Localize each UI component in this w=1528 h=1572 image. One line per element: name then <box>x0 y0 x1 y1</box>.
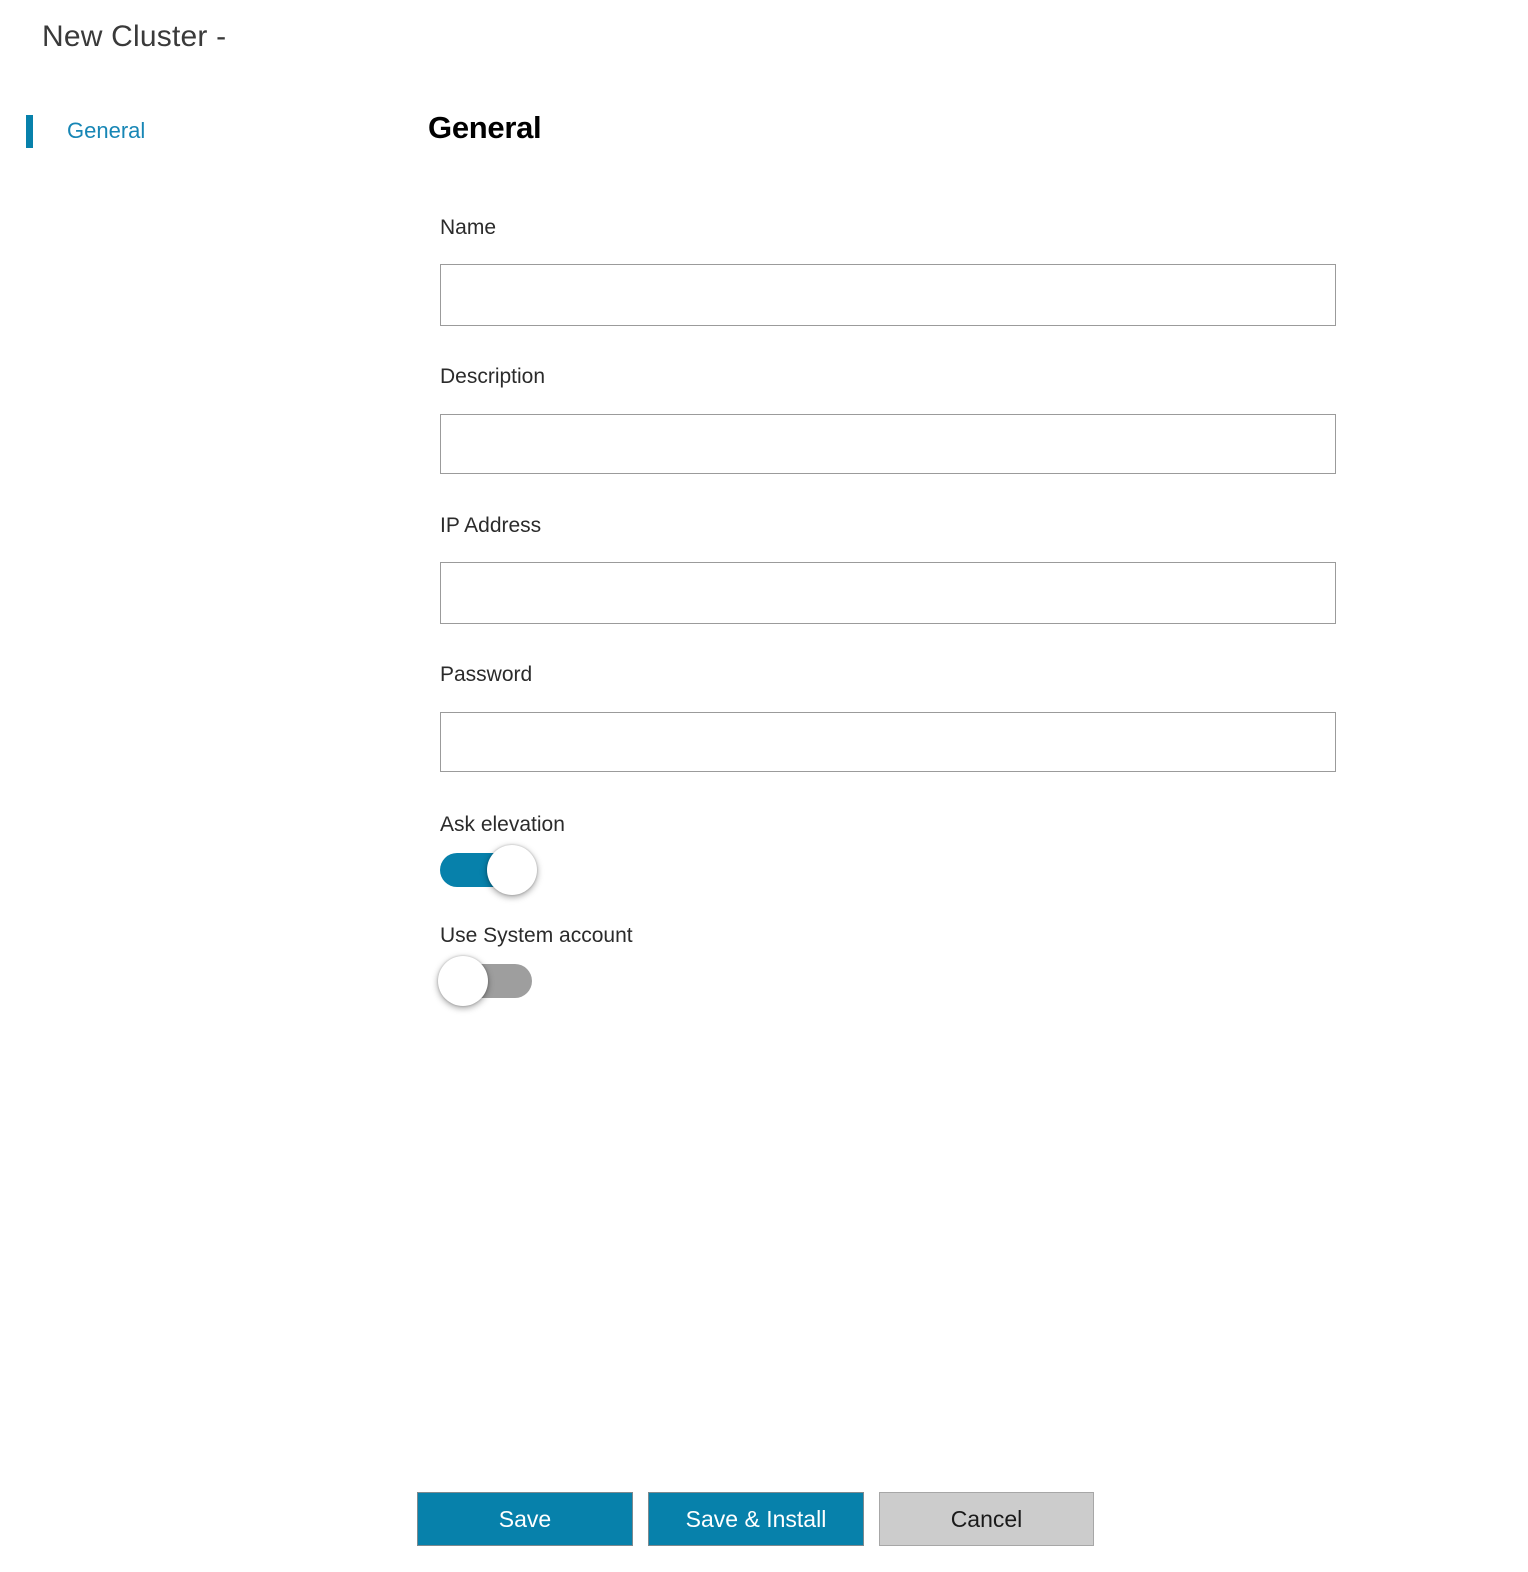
password-input[interactable] <box>440 712 1336 772</box>
password-label: Password <box>440 663 533 686</box>
use-system-account-field: Use System account <box>438 924 633 1008</box>
toggle-knob-icon <box>487 845 537 895</box>
footer-actions: Save Save & Install Cancel <box>417 1492 1094 1546</box>
sidebar-item-general[interactable]: General <box>0 108 400 154</box>
description-input[interactable] <box>440 414 1336 474</box>
sidebar-item-label: General <box>67 118 146 143</box>
ask-elevation-label: Ask elevation <box>440 813 565 836</box>
name-input[interactable] <box>440 264 1336 326</box>
selected-indicator-bar <box>26 114 33 148</box>
save-and-install-button[interactable]: Save & Install <box>648 1492 864 1546</box>
description-label: Description <box>440 365 546 388</box>
page-title: General <box>428 110 542 145</box>
window-title: New Cluster - <box>42 20 227 53</box>
toggle-knob-icon <box>438 956 488 1006</box>
sidebar: General <box>0 108 400 154</box>
ask-elevation-toggle[interactable] <box>438 841 550 897</box>
name-label: Name <box>440 216 497 239</box>
use-system-account-label: Use System account <box>440 924 633 947</box>
use-system-account-toggle[interactable] <box>438 952 550 1008</box>
save-button[interactable]: Save <box>417 1492 633 1546</box>
cancel-button[interactable]: Cancel <box>879 1492 1094 1546</box>
ip-address-label: IP Address <box>440 514 542 537</box>
ask-elevation-field: Ask elevation <box>440 814 565 897</box>
ip-address-input[interactable] <box>440 562 1336 624</box>
